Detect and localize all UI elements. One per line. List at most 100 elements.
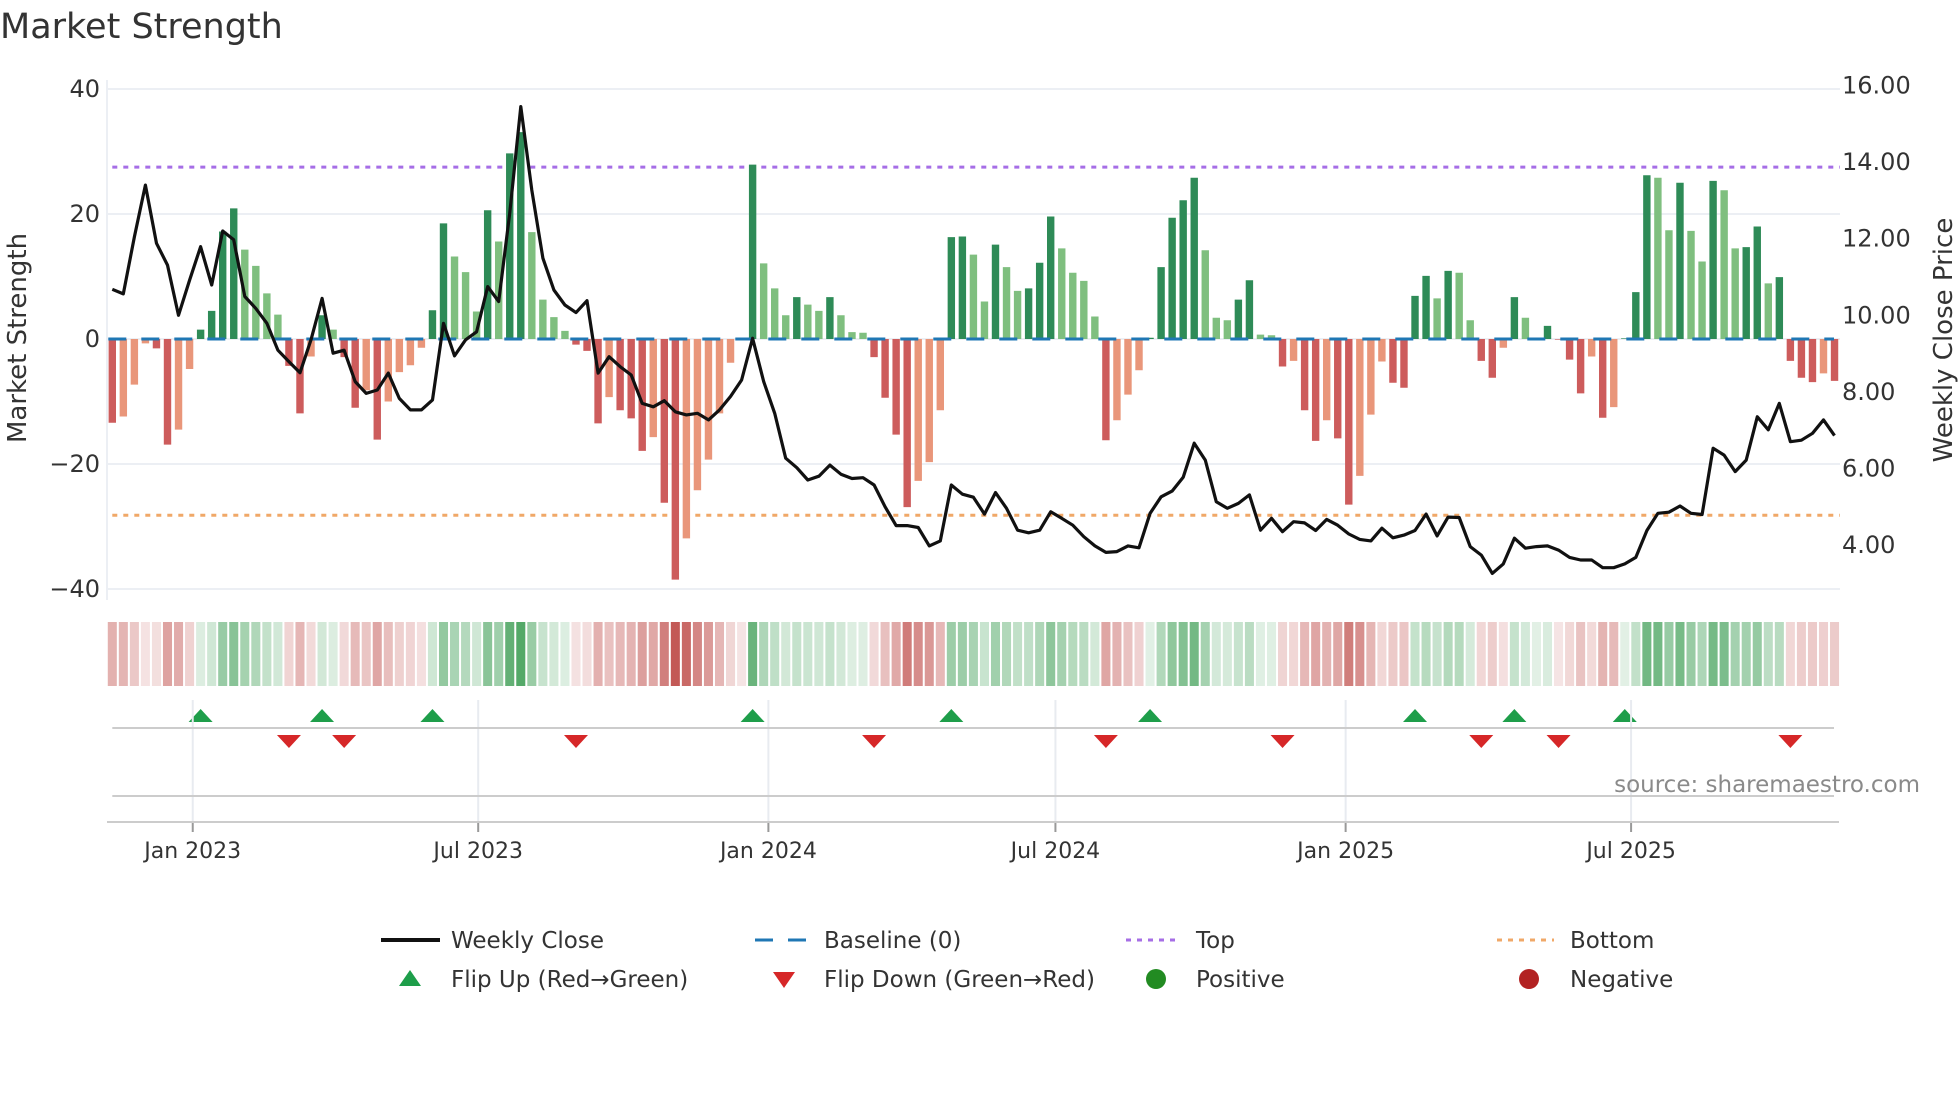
bar-negative (1113, 339, 1121, 421)
heat-cell (1233, 622, 1243, 686)
bar-positive (1455, 272, 1463, 339)
heat-cell (1266, 622, 1277, 686)
bar-positive (1665, 230, 1673, 339)
heat-cell (1565, 622, 1575, 686)
bar-positive (252, 265, 260, 339)
flip-down-marker (1778, 735, 1803, 748)
legend-item-dot-neg: Negative (1519, 967, 1673, 993)
bar-positive (958, 236, 967, 339)
heat-cell (1300, 622, 1310, 686)
heat-cell (140, 622, 150, 686)
heat-cell (1178, 622, 1188, 686)
legend-label: Top (1195, 928, 1235, 954)
heat-cell (1289, 622, 1299, 686)
bar-positive (1024, 288, 1033, 339)
flip-up-marker (1138, 709, 1163, 722)
heat-cell (1333, 622, 1343, 686)
heat-cell (1664, 622, 1674, 686)
bar-positive (1742, 247, 1750, 339)
triangle-down-icon (773, 972, 795, 988)
bar-positive (274, 314, 282, 339)
y-left-tick-label: −20 (49, 450, 100, 478)
bar-positive (815, 310, 823, 339)
bar-positive (1543, 325, 1552, 339)
chart-title: Market Strength (0, 7, 283, 47)
heat-cell (935, 622, 945, 686)
bar-positive (1168, 217, 1176, 339)
y-left-tick-label: 20 (69, 200, 100, 228)
circle-icon (1146, 969, 1166, 989)
heat-cell (416, 622, 426, 686)
heat-cell (1542, 622, 1553, 686)
bar-negative (671, 339, 680, 580)
heat-cell (107, 622, 117, 686)
heat-cell (1631, 622, 1641, 686)
bar-negative (914, 339, 922, 481)
heat-cell (913, 622, 923, 686)
flip-up-marker (740, 709, 765, 722)
bar-positive (1466, 320, 1474, 339)
heat-cell (781, 622, 791, 686)
heat-cell (538, 622, 548, 686)
legend-item-dot-bottom: Bottom (1497, 928, 1654, 954)
x-tick-label: Jan 2025 (1295, 839, 1394, 864)
bar-negative (936, 339, 944, 411)
legend-label: Flip Up (Red→Green) (451, 967, 688, 993)
bar-positive (439, 223, 448, 339)
bar-positive (1069, 272, 1077, 339)
x-tick-label: Jul 2023 (431, 839, 523, 864)
bar-positive (980, 301, 989, 339)
x-tick-label: Jan 2023 (142, 839, 241, 864)
y-left-tick-label: −40 (49, 575, 100, 603)
bar-negative (892, 339, 900, 435)
heat-cell (637, 622, 647, 686)
legend-item-dot-top: Top (1126, 928, 1235, 954)
x-tick-label: Jul 2024 (1009, 839, 1101, 864)
heat-cell (1708, 622, 1718, 686)
heat-cell (814, 622, 824, 686)
heat-cell (372, 622, 382, 686)
legend-label: Positive (1196, 967, 1285, 993)
heat-cell (118, 622, 128, 686)
heat-cell (1311, 622, 1321, 686)
heat-cell (803, 622, 813, 686)
heat-cell (1576, 622, 1586, 686)
heat-cell (1156, 622, 1166, 686)
heat-cell (1189, 622, 1199, 686)
bar-positive (1157, 267, 1165, 339)
heat-cell (1432, 622, 1442, 686)
bar-positive (1698, 261, 1706, 339)
bar-positive (550, 317, 558, 339)
bar-positive (793, 297, 801, 339)
heat-cell (251, 622, 261, 686)
heat-cell (582, 622, 592, 686)
bar-negative (1819, 339, 1828, 374)
heat-cell (361, 622, 371, 686)
heat-cell (427, 622, 437, 686)
bar-negative (1124, 339, 1132, 395)
bar-positive (230, 208, 238, 339)
bar-negative (362, 339, 370, 391)
flip-up-marker (1502, 709, 1527, 722)
bar-negative (1378, 339, 1386, 362)
y-right-tick-label: 12.00 (1842, 225, 1911, 253)
strength-bars (108, 132, 1839, 580)
bar-positive (539, 299, 547, 339)
legend-label: Flip Down (Green→Red) (824, 967, 1095, 993)
heat-cell (207, 622, 217, 686)
heat-cell (946, 622, 956, 686)
flip-down-marker (276, 735, 301, 748)
heat-cell (1388, 622, 1398, 686)
heat-cell (350, 622, 360, 686)
heat-cell (162, 622, 173, 686)
heat-cell (1399, 622, 1409, 686)
bar-negative (1135, 339, 1143, 371)
heat-cell (1410, 622, 1420, 686)
bar-positive (969, 254, 978, 339)
flip-down-marker (862, 735, 887, 748)
heat-cell (196, 622, 206, 686)
heat-cell (229, 622, 239, 686)
bar-negative (163, 339, 172, 445)
bar-positive (1720, 190, 1728, 339)
heat-cell (1487, 622, 1497, 686)
